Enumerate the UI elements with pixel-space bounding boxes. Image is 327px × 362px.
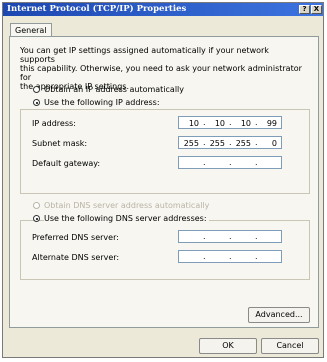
ip-octet: 99 — [266, 119, 277, 128]
description-line: this capability. Otherwise, you need to … — [20, 64, 302, 82]
octet-separator: . — [255, 158, 258, 167]
subnet-octet: 255 — [183, 139, 199, 148]
octet-separator: . — [229, 118, 232, 127]
advanced-button[interactable]: Advanced... — [248, 307, 310, 323]
ip-octet: 10 — [240, 119, 251, 128]
subnet-octet: 255 — [209, 139, 225, 148]
obtain-dns-auto-radio[interactable] — [33, 202, 40, 209]
ip-octet: 10 — [188, 119, 199, 128]
window-title: Internet Protocol (TCP/IP) Properties — [7, 4, 187, 14]
subnet-mask-field[interactable]: 255 . 255 . 255 . 0 — [178, 136, 282, 149]
cancel-button[interactable]: Cancel — [261, 338, 319, 354]
general-panel: You can get IP settings assigned automat… — [9, 36, 319, 328]
tab-general[interactable]: General — [10, 23, 52, 37]
octet-separator: . — [203, 158, 206, 167]
ip-address-label: IP address: — [32, 119, 76, 128]
use-following-dns-label: Use the following DNS server addresses: — [44, 214, 209, 223]
obtain-dns-auto-label: Obtain DNS server address automatically — [44, 201, 210, 210]
octet-separator: . — [255, 138, 258, 147]
dialog-window: Internet Protocol (TCP/IP) Properties ? … — [2, 2, 324, 358]
octet-separator: . — [203, 138, 206, 147]
title-bar: Internet Protocol (TCP/IP) Properties ? … — [3, 3, 323, 16]
obtain-ip-auto-radio[interactable] — [33, 86, 40, 93]
octet-separator: . — [255, 118, 258, 127]
subnet-octet: 255 — [235, 139, 251, 148]
ok-button[interactable]: OK — [199, 338, 257, 354]
octet-separator: . — [229, 232, 232, 241]
octet-separator: . — [229, 252, 232, 261]
octet-separator: . — [255, 232, 258, 241]
subnet-mask-label: Subnet mask: — [32, 139, 88, 148]
octet-separator: . — [229, 158, 232, 167]
use-following-dns-radio[interactable] — [33, 215, 40, 222]
close-button[interactable]: X — [311, 5, 322, 14]
octet-separator: . — [229, 138, 232, 147]
use-following-ip-label: Use the following IP address: — [44, 98, 162, 107]
use-following-ip-radio[interactable] — [33, 99, 40, 106]
default-gateway-label: Default gateway: — [32, 159, 101, 168]
octet-separator: . — [203, 118, 206, 127]
subnet-octet: 0 — [271, 139, 277, 148]
default-gateway-field[interactable]: . . . — [178, 156, 282, 169]
preferred-dns-field[interactable]: . . . — [178, 230, 282, 243]
octet-separator: . — [203, 252, 206, 261]
description-line: You can get IP settings assigned automat… — [20, 46, 269, 64]
preferred-dns-label: Preferred DNS server: — [32, 233, 119, 242]
octet-separator: . — [255, 252, 258, 261]
alternate-dns-field[interactable]: . . . — [178, 250, 282, 263]
ip-octet: 10 — [214, 119, 225, 128]
octet-separator: . — [203, 232, 206, 241]
obtain-ip-auto-label: Obtain an IP address automatically — [44, 85, 185, 94]
ip-address-field[interactable]: 10 . 10 . 10 . 99 — [178, 116, 282, 129]
alternate-dns-label: Alternate DNS server: — [32, 253, 120, 262]
help-button[interactable]: ? — [299, 5, 310, 14]
